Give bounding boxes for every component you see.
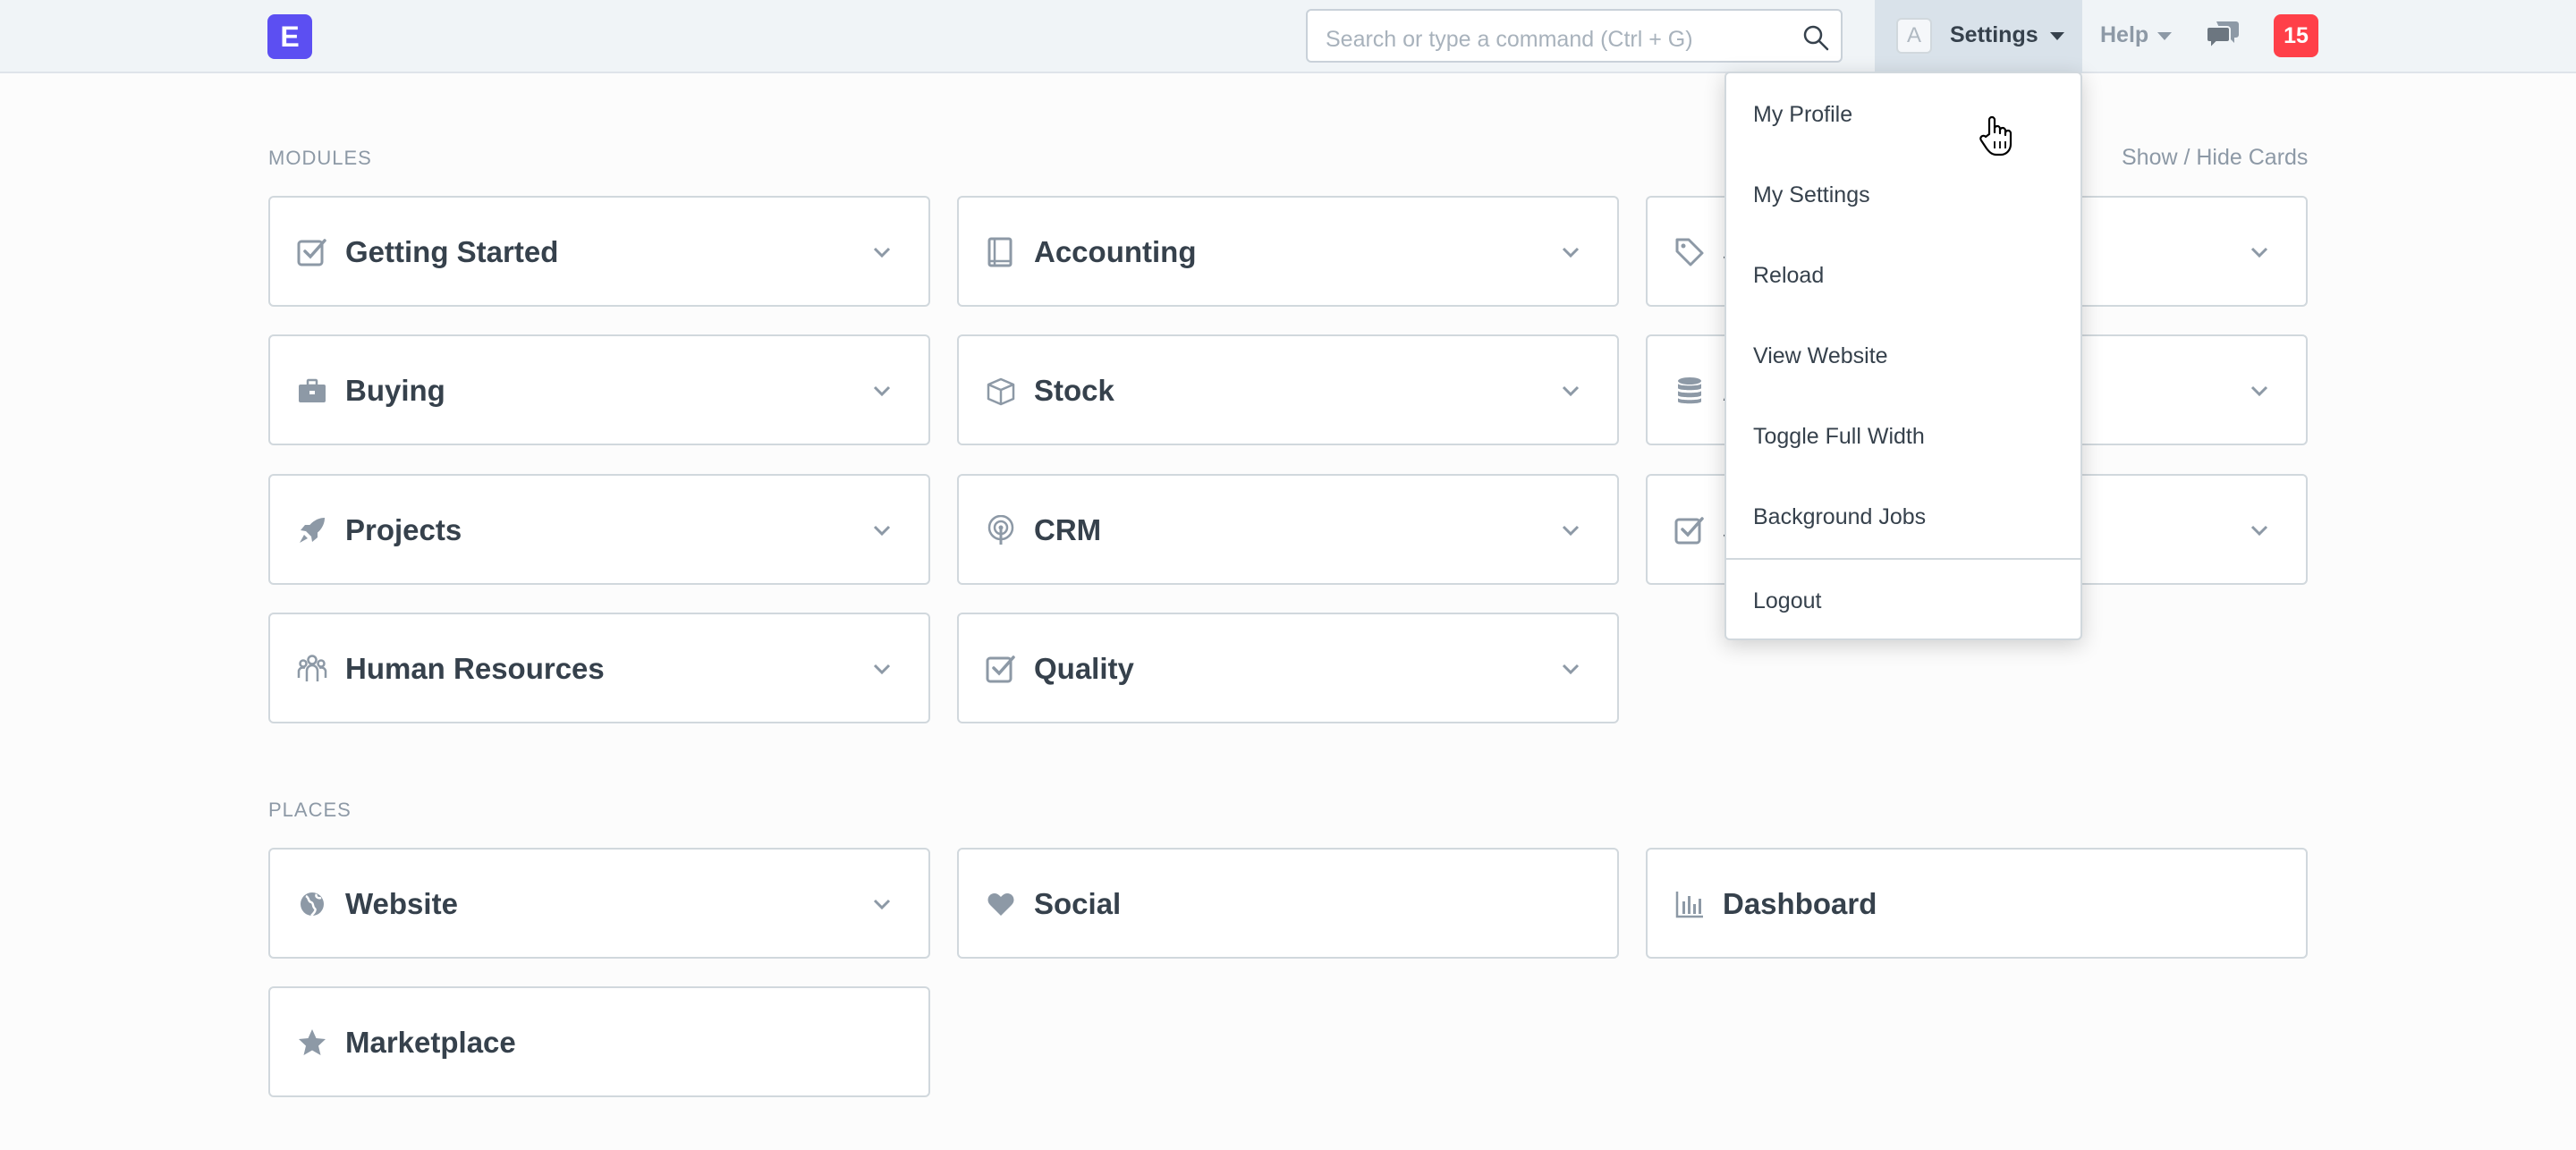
card-label: Quality [1034, 652, 1134, 685]
app-logo[interactable]: E [267, 14, 312, 59]
menu-item-label: Logout [1753, 588, 1822, 613]
card-label: Human Resources [345, 652, 605, 685]
menu-item-label: Background Jobs [1753, 504, 1927, 529]
places-section-label: PLACES [268, 799, 352, 821]
avatar[interactable]: A [1896, 18, 1932, 54]
card-label: Buying [345, 374, 445, 407]
settings-label: Settings [1950, 22, 2038, 47]
chevron-down-icon[interactable] [871, 661, 893, 677]
chevron-down-icon[interactable] [2249, 383, 2270, 399]
module-card-getting-started[interactable]: Getting Started [268, 196, 930, 307]
menu-item-toggle-full-width[interactable]: Toggle Full Width [1726, 395, 2080, 476]
card-label: Dashboard [1723, 887, 1877, 920]
menu-item-label: Reload [1753, 263, 1825, 288]
menu-item-label: My Settings [1753, 182, 1870, 207]
menu-item-my-profile[interactable]: My Profile [1726, 73, 2080, 154]
card-label: Projects [345, 513, 462, 546]
database-icon [1678, 377, 1701, 404]
chevron-down-icon[interactable] [1560, 383, 1581, 399]
card-label: Accounting [1034, 235, 1197, 268]
search-icon[interactable] [1801, 23, 1830, 52]
show-hide-cards-link[interactable]: Show / Hide Cards [2122, 145, 2308, 171]
notification-badge[interactable]: 15 [2274, 14, 2318, 57]
box-icon [987, 377, 1015, 406]
menu-item-background-jobs[interactable]: Background Jobs [1726, 476, 2080, 556]
module-card-quality[interactable]: Quality [957, 613, 1619, 723]
users-icon [297, 655, 327, 681]
card-label: Stock [1034, 374, 1114, 407]
broadcast-icon [987, 515, 1014, 545]
search-placeholder: Search or type a command (Ctrl + G) [1326, 27, 1693, 52]
search-input[interactable]: Search or type a command (Ctrl + G) [1306, 9, 1843, 63]
menu-item-label: View Website [1753, 343, 1888, 368]
menu-item-my-settings[interactable]: My Settings [1726, 154, 2080, 234]
place-card-social[interactable]: Social [957, 848, 1619, 959]
card-label: Marketplace [345, 1026, 516, 1059]
modules-section-label: MODULES [268, 147, 372, 169]
chevron-down-icon[interactable] [871, 522, 893, 538]
menu-item-view-website[interactable]: View Website [1726, 315, 2080, 395]
chevron-down-icon[interactable] [871, 896, 893, 912]
module-card-human-resources[interactable]: Human Resources [268, 613, 930, 723]
bar-chart-icon [1675, 892, 1703, 918]
place-card-dashboard[interactable]: Dashboard [1646, 848, 2308, 959]
menu-item-logout[interactable]: Logout [1726, 560, 2080, 640]
book-icon [987, 237, 1013, 267]
star-icon [299, 1029, 326, 1055]
menu-item-label: Toggle Full Width [1753, 424, 1925, 449]
checkbox-icon [1674, 517, 1704, 545]
help-menu[interactable]: Help [2100, 22, 2148, 48]
hand-cursor-icon [1979, 115, 2012, 156]
rocket-icon [300, 518, 325, 543]
place-card-website[interactable]: Website [268, 848, 930, 959]
tag-icon [1675, 238, 1704, 266]
module-card-crm[interactable]: CRM [957, 474, 1619, 585]
caret-down-icon [2157, 32, 2172, 40]
checkbox-icon [297, 239, 326, 266]
card-label: Social [1034, 887, 1122, 920]
checkbox-icon [986, 655, 1015, 683]
navbar: E Search or type a command (Ctrl + G) A … [0, 0, 2576, 73]
globe-icon [301, 892, 324, 917]
module-card-buying[interactable]: Buying [268, 334, 930, 445]
menu-item-label: My Profile [1753, 102, 1853, 127]
caret-down-icon [2050, 32, 2064, 40]
chevron-down-icon[interactable] [1560, 522, 1581, 538]
chat-icon[interactable] [2206, 20, 2240, 52]
chevron-down-icon[interactable] [1560, 244, 1581, 260]
chevron-down-icon[interactable] [2249, 244, 2270, 260]
module-card-accounting[interactable]: Accounting [957, 196, 1619, 307]
module-card-projects[interactable]: Projects [268, 474, 930, 585]
card-label: CRM [1034, 513, 1102, 546]
settings-menu-toggle[interactable]: A Settings [1875, 0, 2082, 73]
module-card-stock[interactable]: Stock [957, 334, 1619, 445]
heart-icon [987, 893, 1014, 916]
card-label: Website [345, 887, 458, 920]
menu-item-reload[interactable]: Reload [1726, 234, 2080, 315]
place-card-marketplace[interactable]: Marketplace [268, 986, 930, 1097]
card-label: Getting Started [345, 235, 559, 268]
chevron-down-icon[interactable] [871, 244, 893, 260]
settings-dropdown: My Profile My Settings Reload View Websi… [1724, 72, 2082, 640]
chevron-down-icon[interactable] [1560, 661, 1581, 677]
chevron-down-icon[interactable] [2249, 522, 2270, 538]
chevron-down-icon[interactable] [871, 383, 893, 399]
briefcase-icon [299, 378, 326, 402]
